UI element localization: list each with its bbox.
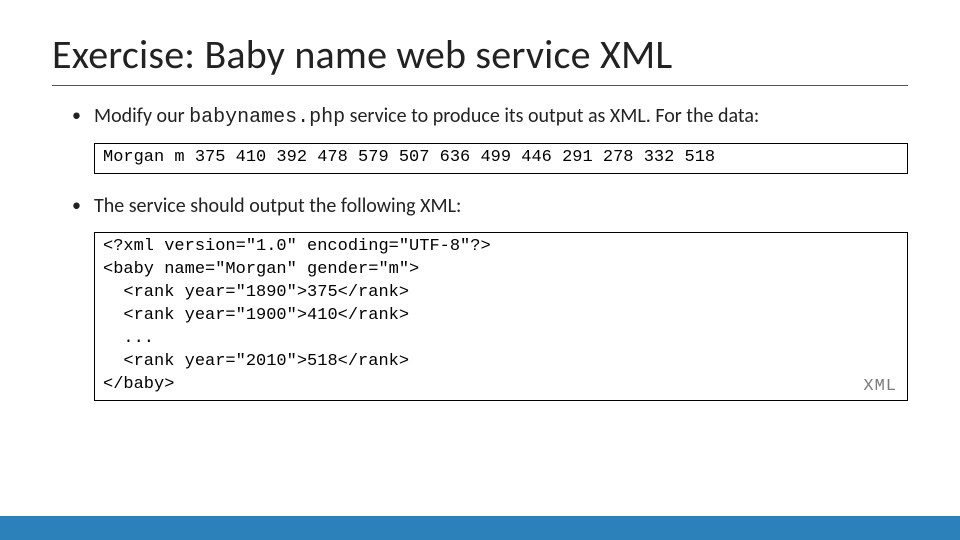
bullet1-post: service to produce its output as XML. Fo… [345, 104, 759, 128]
title-underline [52, 85, 908, 86]
bullet1-pre: Modify our [94, 104, 189, 128]
code-data-content: Morgan m 375 410 392 478 579 507 636 499… [103, 147, 899, 170]
code-box-data: Morgan m 375 410 392 478 579 507 636 499… [94, 143, 908, 174]
bullet1-mono: babynames.php [189, 106, 345, 129]
bullet-item-1: Modify our babynames.php service to prod… [94, 104, 908, 129]
xml-label: XML [863, 377, 897, 396]
bullet-list: Modify our babynames.php service to prod… [52, 104, 908, 129]
bullet-item-2: The service should output the following … [94, 194, 908, 218]
code-xml-content: <?xml version="1.0" encoding="UTF-8"?> <… [103, 236, 899, 397]
code-box-xml: <?xml version="1.0" encoding="UTF-8"?> <… [94, 232, 908, 401]
bullet-list-2: The service should output the following … [52, 194, 908, 218]
slide-title: Exercise: Baby name web service XML [52, 30, 908, 79]
slide: Exercise: Baby name web service XML Modi… [0, 0, 960, 540]
footer-accent-bar [0, 516, 960, 540]
